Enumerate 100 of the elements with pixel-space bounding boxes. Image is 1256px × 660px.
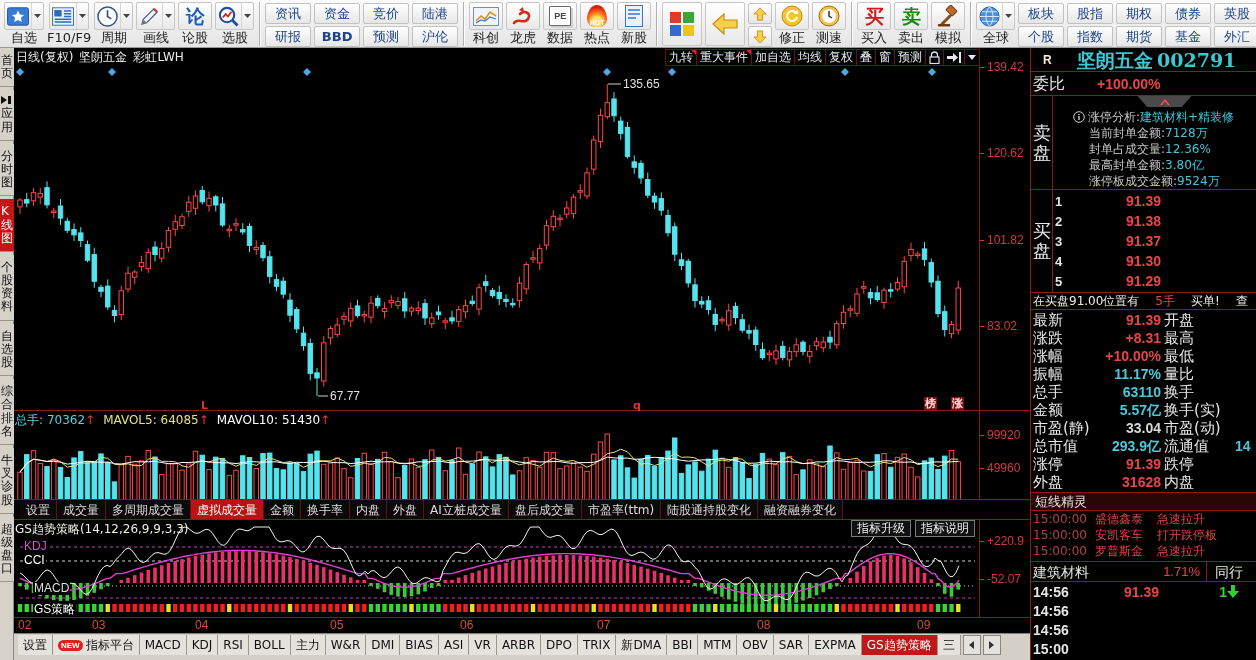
toolbar-button[interactable]: BBD	[314, 26, 361, 47]
field-label: 外盘	[1033, 473, 1064, 491]
axis-label: 101.82	[980, 232, 1024, 247]
indicator-tab[interactable]: OBV	[737, 635, 774, 655]
toolbar-button[interactable]: 竞价	[363, 3, 410, 24]
chart-tool-button[interactable]: 预测	[894, 48, 926, 66]
indicator-tab[interactable]: MTM	[698, 635, 738, 655]
field-label: 最低	[1163, 347, 1195, 365]
indicator-tab[interactable]: BBI	[667, 635, 699, 655]
indicator-tab[interactable]: ASI	[438, 635, 470, 655]
chart-tab[interactable]: 金额	[264, 500, 301, 519]
scroll-left-button[interactable]	[962, 635, 981, 655]
indicator-tab[interactable]: W&R	[325, 635, 367, 655]
toolbar-button[interactable]: 债券	[1165, 3, 1212, 24]
notice-text: 查	[1235, 294, 1248, 308]
indicator-tab[interactable]: EXPMA	[809, 635, 862, 655]
toolbar-button[interactable]: 外汇	[1214, 26, 1256, 47]
arrow-left-icon	[712, 13, 739, 35]
chart-tool-button[interactable]: 重大事件	[696, 48, 752, 66]
chart-tab[interactable]: 外盘	[387, 500, 424, 519]
side-tab[interactable]: 综合排名	[0, 379, 14, 445]
level-number: 2	[1055, 213, 1064, 229]
field-label: 最高	[1163, 329, 1195, 347]
chart-tool-button[interactable]: 复权	[825, 48, 857, 66]
stock-code: 002791	[1157, 48, 1237, 71]
peer-tab[interactable]: 同行	[1207, 563, 1243, 580]
document-icon	[623, 5, 646, 27]
chart-tab[interactable]: AI立桩成交量	[424, 500, 509, 519]
pin-right-button[interactable]	[943, 48, 965, 66]
indicator-tab[interactable]: TRIX	[577, 635, 617, 655]
toolbar-button[interactable]: 期货	[1116, 26, 1163, 47]
field-value: 63110	[1121, 384, 1161, 400]
chart-tab[interactable]: 陆股通持股变化	[661, 500, 759, 519]
toolbar-button[interactable]: 股指	[1067, 3, 1114, 24]
toolbar-button[interactable]: 沪伦	[412, 26, 459, 47]
diamond-icon	[841, 68, 849, 76]
indicator-tab[interactable]: 主力	[290, 635, 326, 655]
side-tab[interactable]: 牛叉诊股	[0, 447, 14, 514]
toolbar-button[interactable]: 板块	[1018, 3, 1065, 24]
chart-tab[interactable]: 盘后成交量	[508, 500, 582, 519]
chart-marker: q	[632, 399, 642, 412]
indicator-tab[interactable]: RSI	[218, 635, 249, 655]
indicator-tab[interactable]: DMI	[366, 635, 401, 655]
indicator-tab[interactable]: BIAS	[400, 635, 439, 655]
toolbar-button[interactable]: 资金	[314, 3, 361, 24]
toolbar-button[interactable]	[662, 2, 703, 46]
indicator-tab[interactable]: MACD	[139, 635, 187, 655]
menu-button[interactable]	[964, 48, 980, 66]
indicator-tab[interactable]: KDJ	[186, 635, 219, 655]
chart-tab[interactable]: 市盈率(ttm)	[581, 500, 662, 519]
chart-tool-button[interactable]: 加自选	[751, 48, 795, 66]
level-number: 5	[1055, 273, 1064, 289]
side-tab[interactable]: 自选股	[0, 323, 14, 377]
chart-tab[interactable]: 设置	[20, 500, 57, 519]
chart-tool-button[interactable]: 九转	[665, 48, 697, 66]
indicator-tab[interactable]: GS趋势策略	[861, 635, 938, 655]
chart-tab[interactable]: 内盘	[350, 500, 387, 519]
indicator-tab[interactable]: 设置	[18, 635, 53, 655]
indicator-tab[interactable]: ARBR	[496, 635, 541, 655]
indicator-tab[interactable]: NEW 指标平台	[53, 635, 140, 655]
side-tab[interactable]: 个股资料	[0, 254, 14, 321]
chart-tab[interactable]: 成交量	[57, 500, 106, 519]
toolbar-button[interactable]: 资讯	[265, 3, 312, 24]
scroll-right-button[interactable]	[982, 635, 1001, 655]
analysis-text: 最高封单金额:3.80亿	[1089, 157, 1204, 173]
bid-price: 91.38	[1124, 213, 1161, 229]
chart-tool-button[interactable]: 窗	[875, 48, 895, 66]
indicator-tab[interactable]: SAR	[773, 635, 810, 655]
axis-label: 83.02	[980, 318, 1018, 333]
side-tab[interactable]: 首页	[0, 48, 14, 88]
toolbar-button[interactable]: 研报	[265, 26, 312, 47]
side-tab[interactable]: 分时图	[0, 143, 14, 197]
corner-flag-icon	[746, 49, 751, 55]
toolbar-button[interactable]: 陆港	[412, 3, 459, 24]
indicator-tab[interactable]: DPO	[541, 635, 578, 655]
side-tab[interactable]: 超级盘口	[0, 516, 14, 583]
chart-tab[interactable]: 换手率	[301, 500, 350, 519]
caret-down-icon	[79, 14, 87, 18]
chart-tab[interactable]: 虚拟成交量	[191, 500, 264, 519]
chart-tool-button[interactable]: 均线	[794, 48, 826, 66]
indicator-tab[interactable]: 新DMA	[616, 635, 668, 655]
toolbar-button[interactable]: 期权	[1116, 3, 1163, 24]
indicator-tab[interactable]: 三	[937, 635, 961, 655]
alert-time: 15:00:00	[1033, 512, 1088, 526]
triangle-right-icon	[989, 641, 995, 649]
toolbar-button[interactable]: 英股	[1214, 3, 1256, 24]
indicator-tab[interactable]: VR	[469, 635, 497, 655]
side-tab[interactable]: K线图	[0, 199, 14, 252]
chart-tool-button[interactable]: 叠	[856, 48, 876, 66]
toolbar-button[interactable]: 预测	[363, 26, 410, 47]
indicator-tab[interactable]: BOLL	[248, 635, 291, 655]
toolbar-button[interactable]: 个股	[1018, 26, 1065, 47]
toolbar-button[interactable]: 指数	[1067, 26, 1114, 47]
clock-icon	[818, 5, 841, 27]
axis-label: 120.62	[980, 146, 1024, 161]
lock-button[interactable]	[925, 48, 944, 66]
side-tab[interactable]: 应用	[0, 90, 14, 141]
chart-tab[interactable]: 融资融券变化	[758, 500, 844, 519]
toolbar-button[interactable]: 基金	[1165, 26, 1212, 47]
chart-tab[interactable]: 多周期成交量	[106, 500, 191, 519]
